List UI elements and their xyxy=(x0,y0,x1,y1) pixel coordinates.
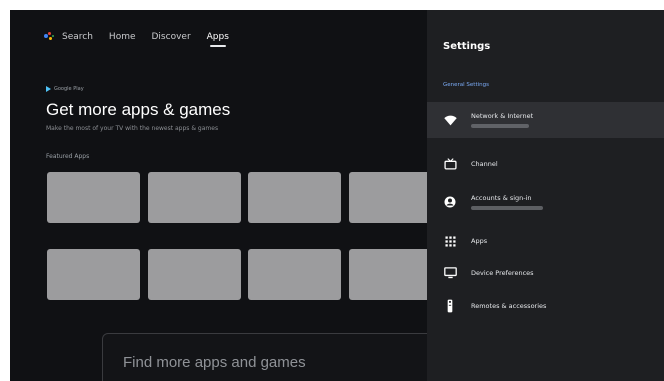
find-more-apps-card[interactable]: Find more apps and games xyxy=(102,333,444,381)
wifi-icon xyxy=(443,113,457,127)
settings-item-remotes[interactable]: Remotes & accessories xyxy=(427,297,664,315)
app-tile[interactable] xyxy=(248,249,341,300)
account-email-redacted xyxy=(471,206,543,210)
nav-home[interactable]: Home xyxy=(109,32,136,42)
apps-grid-icon xyxy=(443,234,457,248)
google-play-label: Google Play xyxy=(54,86,84,92)
remote-icon xyxy=(443,299,457,313)
section-label: General Settings xyxy=(443,82,489,88)
account-icon xyxy=(443,195,457,209)
settings-item-label: Device Preferences xyxy=(471,269,534,277)
tv-screen: Search Home Discover Apps Google Play Ge… xyxy=(10,10,664,381)
app-tile[interactable] xyxy=(47,249,140,300)
nav-discover[interactable]: Discover xyxy=(152,32,191,42)
google-assistant-icon xyxy=(44,32,58,42)
google-play-badge: Google Play xyxy=(46,86,84,92)
settings-item-accounts[interactable]: Accounts & sign-in xyxy=(427,188,664,216)
settings-item-label: Remotes & accessories xyxy=(471,302,547,310)
settings-item-label: Network & Internet xyxy=(471,112,534,120)
app-tile[interactable] xyxy=(47,172,140,223)
settings-item-device-preferences[interactable]: Device Preferences xyxy=(427,264,664,282)
settings-item-label: Apps xyxy=(471,237,488,245)
app-tile[interactable] xyxy=(248,172,341,223)
page-subtitle: Make the most of your TV with the newest… xyxy=(46,125,219,132)
play-store-icon xyxy=(46,86,51,92)
app-tile[interactable] xyxy=(148,249,241,300)
top-navigation: Search Home Discover Apps xyxy=(44,32,245,47)
settings-title: Settings xyxy=(443,41,491,52)
network-status-redacted xyxy=(471,124,529,128)
find-more-apps-label: Find more apps and games xyxy=(123,354,306,371)
settings-item-channel[interactable]: Channel xyxy=(427,155,664,173)
app-tile[interactable] xyxy=(148,172,241,223)
nav-search[interactable]: Search xyxy=(62,32,93,42)
settings-item-label: Accounts & sign-in xyxy=(471,194,532,202)
page-title: Get more apps & games xyxy=(46,100,231,119)
settings-item-label: Channel xyxy=(471,160,498,168)
settings-item-network[interactable]: Network & Internet xyxy=(427,102,664,138)
row-label: Featured Apps xyxy=(46,153,90,160)
nav-apps[interactable]: Apps xyxy=(207,32,229,47)
settings-panel: Settings General Settings Network & Inte… xyxy=(427,10,664,381)
settings-item-apps[interactable]: Apps xyxy=(427,232,664,250)
tv-icon xyxy=(443,157,457,171)
monitor-icon xyxy=(443,266,457,280)
